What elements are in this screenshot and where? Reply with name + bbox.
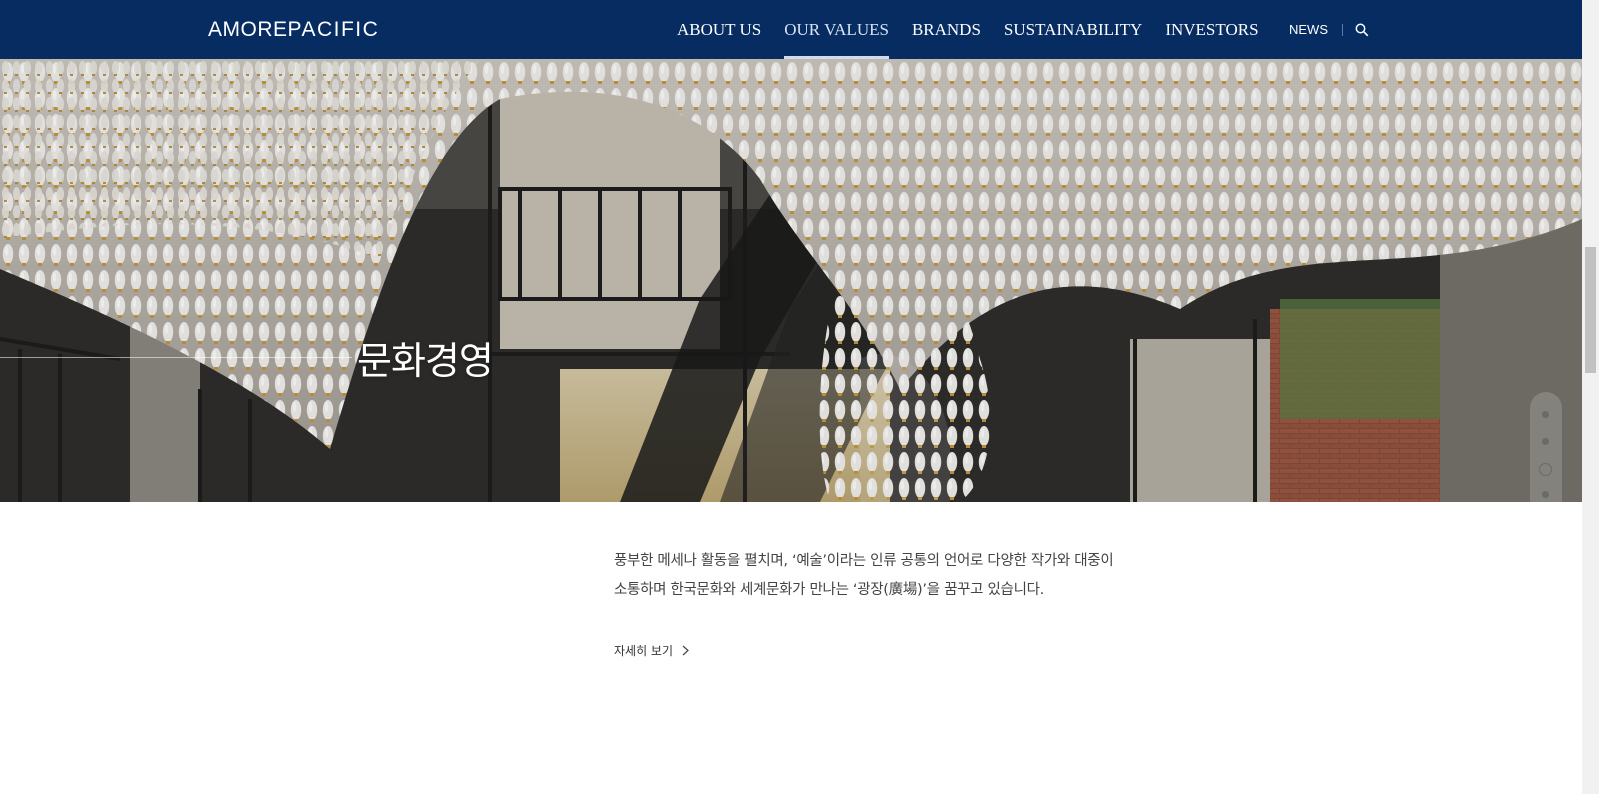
nav-item-brands[interactable]: BRANDS xyxy=(912,0,981,59)
pager-dot-4[interactable] xyxy=(1542,491,1549,498)
logo-text-amore: AMORE xyxy=(208,18,288,41)
section-content: 풍부한 메세나 활동을 펼치며, ‘예술’이라는 인류 공통의 언어로 다양한 … xyxy=(614,547,1234,658)
site-header: AMOREPACIFIC ABOUT US OUR VALUES BRANDS … xyxy=(0,0,1582,59)
view-more-label: 자세히 보기 xyxy=(614,644,674,658)
page-scrollbar[interactable] xyxy=(1582,0,1599,794)
view-more-link[interactable]: 자세히 보기 xyxy=(614,642,689,659)
pager-dot-1[interactable] xyxy=(1542,411,1549,418)
description-line-2: 소통하며 한국문화와 세계문화가 만나는 ‘광장(廣場)’을 꿈꾸고 있습니다. xyxy=(614,582,1044,598)
hero-title: 문화경영 xyxy=(357,339,494,383)
main-nav: ABOUT US OUR VALUES BRANDS SUSTAINABILIT… xyxy=(677,0,1282,59)
news-link[interactable]: NEWS xyxy=(1289,22,1328,37)
utility-nav: NEWS xyxy=(1289,0,1369,59)
logo-text-pacific: PACIFIC xyxy=(287,18,380,41)
hero-banner: 문화경영 xyxy=(0,59,1582,502)
section-description: 풍부한 메세나 활동을 펼치며, ‘예술’이라는 인류 공통의 언어로 다양한 … xyxy=(614,547,1234,605)
amorepacific-logo[interactable]: AMOREPACIFIC xyxy=(208,18,379,42)
scrollbar-thumb[interactable] xyxy=(1585,247,1596,373)
search-icon[interactable] xyxy=(1355,23,1369,37)
nav-item-about-us[interactable]: ABOUT US xyxy=(677,0,761,59)
pager-dot-2[interactable] xyxy=(1542,438,1549,445)
description-line-1: 풍부한 메세나 활동을 펼치며, ‘예술’이라는 인류 공통의 언어로 다양한 … xyxy=(614,553,1114,569)
hero-background-image xyxy=(0,59,1582,502)
chevron-right-icon xyxy=(682,645,689,656)
hero-title-rule xyxy=(0,357,352,358)
nav-item-our-values[interactable]: OUR VALUES xyxy=(784,0,889,59)
page: AMOREPACIFIC ABOUT US OUR VALUES BRANDS … xyxy=(0,0,1599,794)
utility-divider xyxy=(1342,23,1343,36)
section-pager xyxy=(1530,392,1562,502)
nav-item-investors[interactable]: INVESTORS xyxy=(1165,0,1258,59)
nav-item-sustainability[interactable]: SUSTAINABILITY xyxy=(1004,0,1142,59)
pager-dot-3[interactable] xyxy=(1539,463,1552,476)
